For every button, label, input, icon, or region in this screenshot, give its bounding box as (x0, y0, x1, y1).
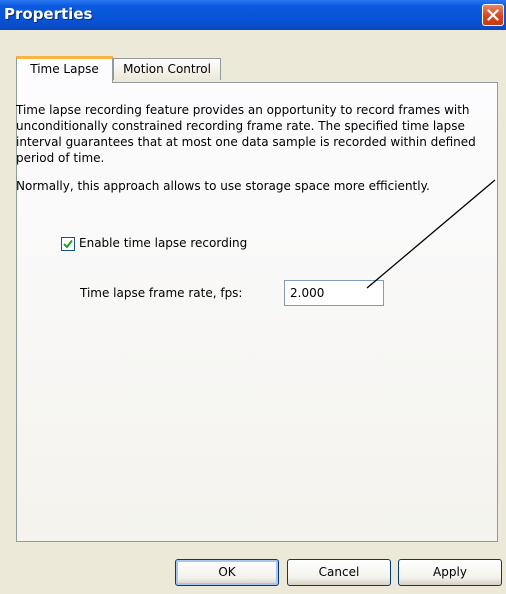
tab-time-lapse[interactable]: Time Lapse (16, 56, 113, 83)
callout-line (366, 179, 496, 289)
properties-dialog: Properties Time Lapse Motion Control Tim… (0, 0, 506, 594)
apply-button[interactable]: Apply (398, 559, 502, 586)
ok-button[interactable]: OK (175, 559, 279, 586)
cancel-button[interactable]: Cancel (287, 559, 391, 586)
